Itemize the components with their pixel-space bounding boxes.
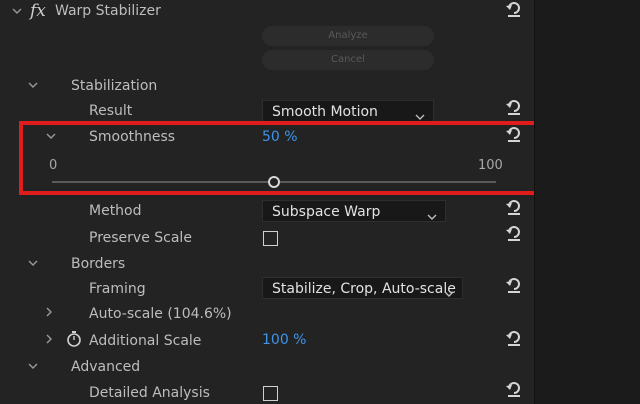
chevron-down-icon[interactable] [12,6,22,16]
chevron-down-icon [427,207,437,229]
chevron-down-icon[interactable] [28,80,38,90]
chevron-right-icon[interactable] [44,307,54,317]
detailed-analysis-checkbox[interactable] [263,386,278,401]
chevron-down-icon [444,284,454,306]
preserve-scale-label: Preserve Scale [89,230,192,246]
timeline-area [534,0,640,404]
reset-icon[interactable] [505,277,523,293]
additional-scale-label: Additional Scale [89,333,202,349]
reset-icon[interactable] [505,199,523,215]
framing-label: Framing [89,281,146,297]
reset-icon[interactable] [505,381,523,397]
reset-icon[interactable] [505,225,523,241]
method-dropdown[interactable]: Subspace Warp [262,200,446,222]
preserve-scale-checkbox[interactable] [263,231,278,246]
chevron-down-icon[interactable] [28,258,38,268]
additional-scale-value[interactable]: 100 % [262,332,306,348]
detailed-analysis-label: Detailed Analysis [89,385,210,401]
stopwatch-icon[interactable] [66,330,82,352]
chevron-right-icon[interactable] [44,334,54,344]
highlight-box [19,121,550,195]
reset-icon[interactable] [505,1,523,17]
reset-icon[interactable] [505,330,523,346]
effect-controls-panel: fx Warp Stabilizer Analyze Cancel Stabil… [0,0,550,404]
analyze-button[interactable]: Analyze [262,26,434,46]
cancel-button[interactable]: Cancel [262,50,434,70]
stabilization-section-label: Stabilization [71,78,158,94]
framing-dropdown[interactable]: Stabilize, Crop, Auto-scale [262,277,463,299]
method-value: Subspace Warp [272,204,381,220]
effect-title: Warp Stabilizer [55,3,161,19]
result-label: Result [89,103,133,119]
autoscale-label: Auto-scale (104.6%) [89,306,232,322]
fx-icon[interactable]: fx [30,1,46,21]
method-label: Method [89,203,142,219]
borders-section-label: Borders [71,256,126,272]
reset-icon[interactable] [505,99,523,115]
framing-value: Stabilize, Crop, Auto-scale [272,281,456,297]
advanced-section-label: Advanced [71,359,141,375]
result-dropdown[interactable]: Smooth Motion [262,100,434,122]
result-value: Smooth Motion [272,104,378,120]
chevron-down-icon[interactable] [28,361,38,371]
